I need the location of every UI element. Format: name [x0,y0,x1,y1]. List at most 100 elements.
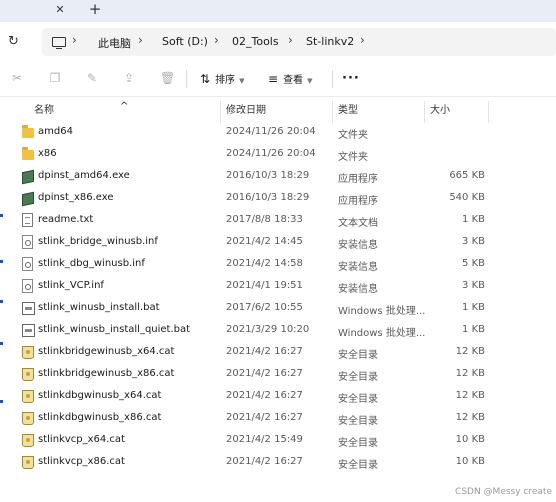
file-size: 12 KB [455,412,485,423]
column-header-name[interactable]: 名称 [34,101,54,116]
file-row[interactable]: stlinkvcp_x86.cat 2021/4/2 16:27 安全目录 10 KB [0,451,556,473]
bat-icon [22,302,35,315]
bat-icon [22,324,35,337]
chevron-right-icon[interactable]: › [360,33,365,47]
view-button[interactable]: ≡ 查看 ▼ [268,71,312,87]
file-type: 安装信息 [338,240,378,251]
chevron-right-icon[interactable]: › [138,33,143,47]
file-row[interactable]: stlink_dbg_winusb.inf 2021/4/2 14:58 安装信息 5… [0,253,556,275]
file-date: 2021/4/2 16:27 [226,368,303,379]
file-name: dpinst_x86.exe [38,192,114,203]
column-divider[interactable] [332,101,333,123]
file-size: 540 KB [449,192,485,203]
edge-mark [0,214,3,217]
breadcrumb-02-tools[interactable]: 02_Tools [232,35,279,48]
breadcrumb-this-pc[interactable]: 此电脑 [98,35,131,51]
file-type: 应用程序 [338,174,378,185]
folder-icon [22,125,34,138]
file-name: stlink_dbg_winusb.inf [38,258,145,269]
cat-icon [22,390,34,403]
file-row[interactable]: stlinkvcp_x64.cat 2021/4/2 15:49 安全目录 10 KB [0,429,556,451]
close-tab-icon[interactable]: ✕ [53,3,67,17]
edge-mark [0,342,3,345]
breadcrumb-st-linkv2[interactable]: St-linkv2 [306,35,354,48]
column-divider[interactable] [220,101,221,123]
edge-mark [0,260,3,263]
file-row[interactable]: stlink_bridge_winusb.inf 2021/4/2 14:45 安装… [0,231,556,253]
rename-icon[interactable]: ✎ [85,71,99,85]
file-row[interactable]: stlink_VCP.inf 2021/4/1 19:51 安装信息 3 KB [0,275,556,297]
more-options-button[interactable]: ··· [342,71,360,86]
address-bar: ↻ › 此电脑 › Soft (D:) › 02_Tools › St-link… [0,22,556,62]
file-size: 1 KB [462,324,485,335]
txt-icon [22,213,33,227]
file-type: 文件夹 [338,130,368,141]
cut-icon[interactable]: ✂ [10,71,24,85]
chevron-down-icon: ▼ [239,77,245,85]
cat-icon [22,368,34,381]
file-size: 12 KB [455,346,485,357]
share-icon[interactable]: ⇪ [122,71,136,85]
file-row[interactable]: stlinkbridgewinusb_x86.cat 2021/4/2 16:27… [0,363,556,385]
file-date: 2016/10/3 18:29 [226,192,310,203]
file-type: Windows 批处理... [338,328,426,339]
folder-icon [22,147,34,160]
file-date: 2021/4/2 16:27 [226,456,303,467]
command-bar: ✂ ❐ ✎ ⇪ 🗑 ⇅ 排序 ▼ ≡ 查看 ▼ ··· [0,62,556,97]
file-row[interactable]: stlinkdbgwinusb_x64.cat 2021/4/2 16:27 安全目… [0,385,556,407]
sort-icon: ⇅ [200,72,211,86]
new-tab-icon[interactable]: + [88,1,102,17]
file-size: 12 KB [455,390,485,401]
column-header-size[interactable]: 大小 [430,101,450,116]
chevron-right-icon[interactable]: › [214,33,219,47]
inf-icon [22,235,33,249]
file-name: dpinst_amd64.exe [38,170,130,181]
breadcrumb[interactable]: › 此电脑 › Soft (D:) › 02_Tools › St-linkv2… [42,28,556,56]
chevron-right-icon[interactable]: › [72,33,77,47]
sort-ascending-icon: ^ [120,101,129,112]
exe-icon [22,191,34,207]
sort-label: 排序 [215,75,236,86]
file-name: x86 [38,148,57,159]
file-date: 2021/4/2 16:27 [226,346,303,357]
file-row[interactable]: amd64 2024/11/26 20:04 文件夹 [0,121,556,143]
delete-icon[interactable]: 🗑 [160,71,175,85]
copy-icon[interactable]: ❐ [48,71,62,85]
column-header-type[interactable]: 类型 [338,101,358,116]
file-row[interactable]: dpinst_amd64.exe 2016/10/3 18:29 应用程序 665 K… [0,165,556,187]
view-icon: ≡ [268,72,279,86]
file-type: 文件夹 [338,152,368,163]
file-size: 5 KB [462,258,485,269]
inf-icon [22,257,33,271]
file-row[interactable]: x86 2024/11/26 20:04 文件夹 [0,143,556,165]
file-row[interactable]: stlink_winusb_install.bat 2017/6/2 10:55 W… [0,297,556,319]
file-row[interactable]: stlinkdbgwinusb_x86.cat 2021/4/2 16:27 安全目… [0,407,556,429]
chevron-right-icon[interactable]: › [288,33,293,47]
inf-icon [22,279,33,293]
file-row[interactable]: stlink_winusb_install_quiet.bat 2021/3/29… [0,319,556,341]
file-row[interactable]: stlinkbridgewinusb_x64.cat 2021/4/2 16:27… [0,341,556,363]
file-type: 文本文档 [338,218,378,229]
breadcrumb-soft-d[interactable]: Soft (D:) [162,35,208,48]
column-divider[interactable] [488,101,489,123]
cat-icon [22,434,34,447]
computer-icon[interactable] [52,37,66,50]
file-name: stlinkbridgewinusb_x86.cat [38,368,175,379]
file-size: 12 KB [455,368,485,379]
file-name: readme.txt [38,214,94,225]
column-header-date[interactable]: 修改日期 [226,101,266,116]
file-name: amd64 [38,126,73,137]
file-name: stlinkdbgwinusb_x86.cat [38,412,162,423]
file-size: 665 KB [449,170,485,181]
tab-bar: ✕ + [0,0,556,22]
file-type: 安装信息 [338,262,378,273]
sort-button[interactable]: ⇅ 排序 ▼ [200,71,244,87]
column-divider[interactable] [424,101,425,123]
chevron-down-icon: ▼ [307,77,313,85]
file-name: stlink_VCP.inf [38,280,104,291]
view-label: 查看 [283,75,304,86]
watermark: CSDN @Messy create [455,487,552,497]
file-row[interactable]: readme.txt 2017/8/8 18:33 文本文档 1 KB [0,209,556,231]
file-row[interactable]: dpinst_x86.exe 2016/10/3 18:29 应用程序 540 KB [0,187,556,209]
refresh-icon[interactable]: ↻ [8,34,19,49]
